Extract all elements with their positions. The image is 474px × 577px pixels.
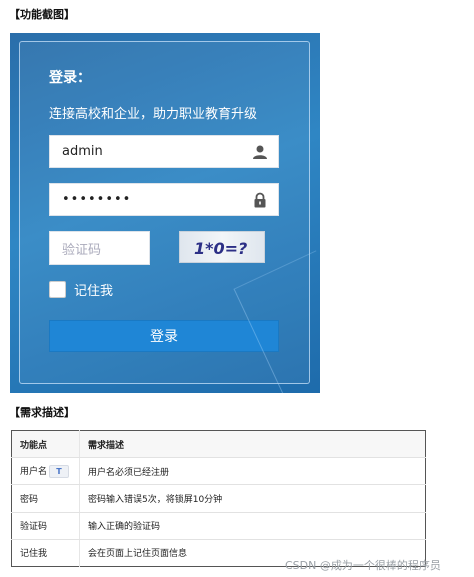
table-row: 用户名 T 用户名必须已经注册: [11, 457, 426, 486]
login-panel: 登录： 连接高校和企业，助力职业教育升级 admin •••••••• 验证码 …: [10, 33, 320, 393]
requirements-title: 【需求描述】: [9, 406, 75, 419]
remember-me[interactable]: 记住我: [49, 280, 113, 299]
text-tool-icon[interactable]: T: [49, 465, 70, 479]
remember-checkbox[interactable]: [49, 281, 66, 298]
password-input[interactable]: ••••••••: [49, 183, 279, 216]
table-row: 验证码 输入正确的验证码: [11, 512, 426, 540]
feature-screenshot-title: 【功能截图】: [9, 8, 75, 21]
password-value: ••••••••: [62, 192, 132, 207]
table-cell: 用户名 T: [11, 457, 80, 486]
requirements-table: 功能点 需求描述 用户名 T 用户名必须已经注册 密码 密码输入错误5次，将锁屏1…: [11, 430, 426, 567]
feature-name: 用户名: [20, 467, 48, 478]
table-cell: 密码输入错误5次，将锁屏10分钟: [79, 484, 426, 513]
table-cell: 验证码: [11, 512, 80, 540]
captcha-image[interactable]: 1*0=?: [179, 231, 265, 263]
username-input[interactable]: admin: [49, 135, 279, 168]
table-cell: 输入正确的验证码: [79, 512, 426, 540]
table-cell: 用户名必须已经注册: [79, 457, 426, 486]
table-cell: 密码: [11, 484, 80, 513]
column-header: 功能点: [11, 430, 80, 459]
captcha-input[interactable]: 验证码: [49, 231, 150, 265]
lock-icon: [254, 192, 266, 208]
table-cell: 记住我: [11, 539, 80, 567]
username-value: admin: [62, 144, 103, 159]
login-subtitle: 连接高校和企业，助力职业教育升级: [49, 107, 258, 122]
table-header-row: 功能点 需求描述: [11, 430, 426, 459]
login-heading: 登录：: [49, 70, 91, 86]
captcha-text: 1*0=?: [194, 239, 247, 258]
watermark: CSDN @成为一个很棒的程序员: [285, 559, 441, 572]
login-button[interactable]: 登录: [49, 320, 279, 352]
table-row: 密码 密码输入错误5次，将锁屏10分钟: [11, 484, 426, 513]
user-icon: [253, 145, 267, 159]
remember-label: 记住我: [74, 284, 114, 299]
column-header: 需求描述: [79, 430, 426, 459]
